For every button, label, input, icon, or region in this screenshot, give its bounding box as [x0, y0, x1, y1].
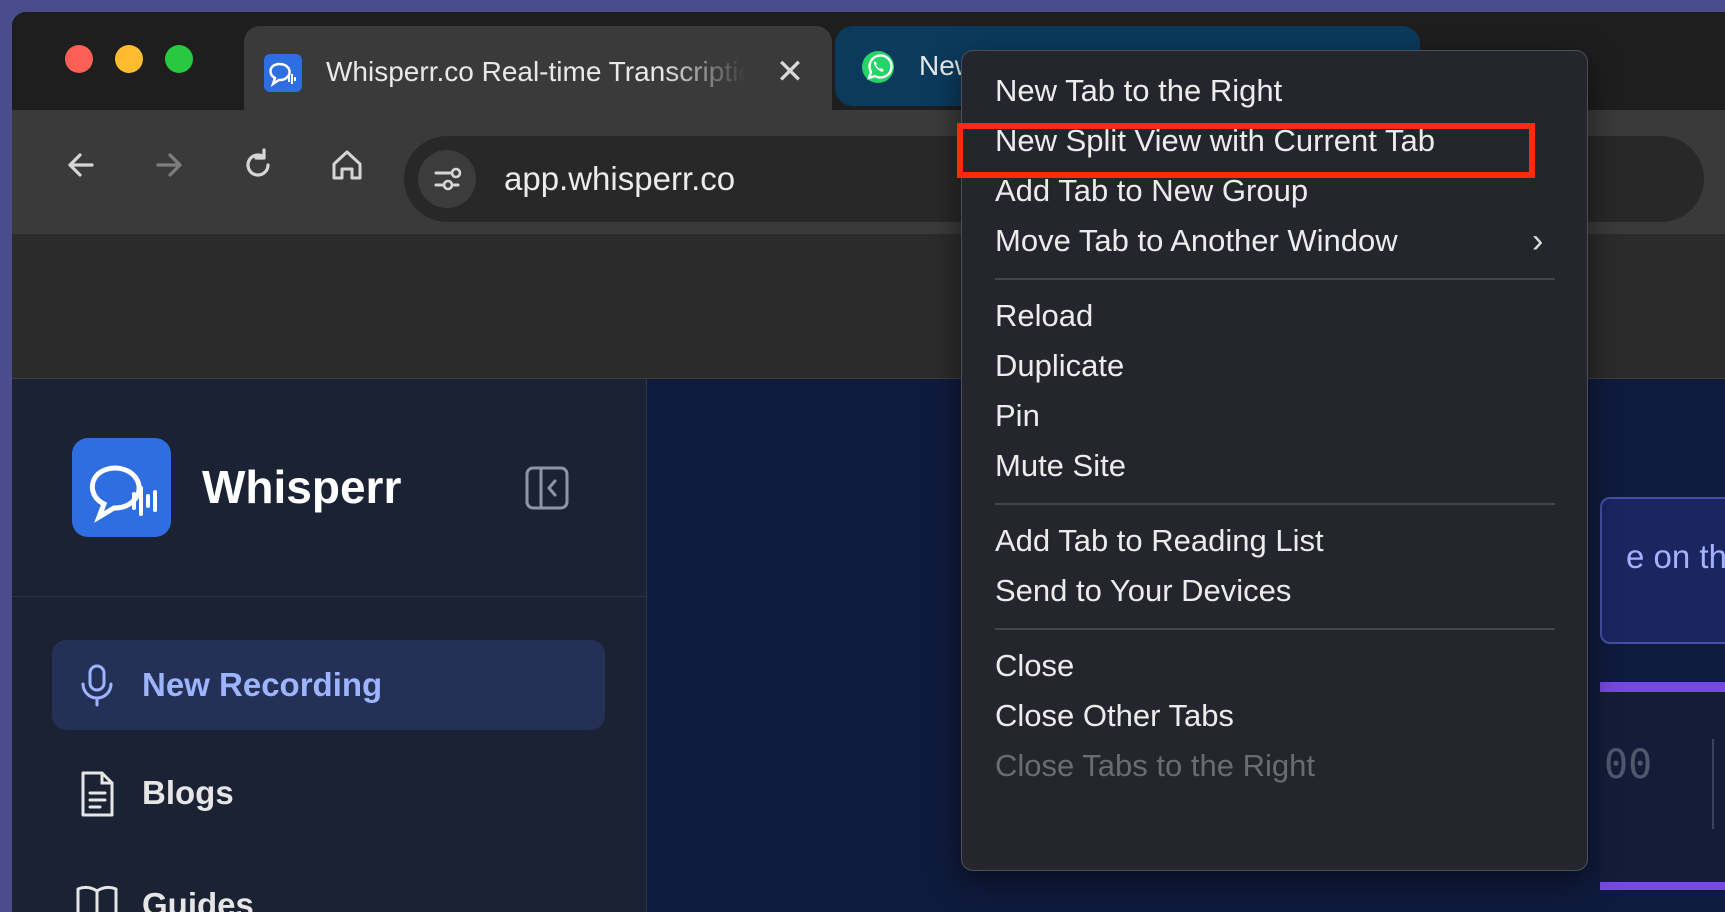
reload-icon[interactable]	[233, 140, 283, 190]
banner-text: e on the	[1626, 538, 1725, 575]
tab-title: Whisperr.co Real-time Transcription	[326, 56, 746, 87]
menu-item-mute-site[interactable]: Mute Site	[995, 444, 1126, 488]
menu-item-close[interactable]: Close	[995, 644, 1074, 688]
close-window-button[interactable]	[65, 45, 93, 73]
book-icon	[74, 881, 120, 912]
menu-item-close-tabs-right: Close Tabs to the Right	[995, 748, 1315, 783]
menu-item-label: Reload	[995, 298, 1094, 333]
menu-item-duplicate[interactable]: Duplicate	[995, 344, 1124, 388]
menu-item-move-tab-window[interactable]: Move Tab to Another Window	[995, 219, 1398, 263]
app-sidebar: Whisperr New Recording Blogs Guides	[12, 379, 647, 912]
menu-item-pin[interactable]: Pin	[995, 394, 1040, 438]
sidebar-item-label: Guides	[142, 886, 254, 912]
url-text: app.whisperr.co	[504, 160, 736, 197]
brand-name: Whisperr	[202, 461, 402, 513]
recorder-panel: 00	[1600, 692, 1725, 890]
sidebar-item-new-recording[interactable]: New Recording	[52, 640, 605, 730]
menu-item-reload[interactable]: Reload	[995, 294, 1093, 338]
whisperr-logo-icon	[72, 438, 171, 537]
timer-readout: 00	[1604, 742, 1653, 788]
menu-divider	[995, 278, 1555, 280]
menu-divider	[995, 503, 1555, 505]
back-arrow-icon[interactable]	[56, 140, 106, 190]
forward-arrow-icon[interactable]	[144, 140, 194, 190]
recorder-accent-bar	[1600, 682, 1725, 692]
sidebar-collapse-icon[interactable]	[524, 465, 570, 511]
maximize-window-button[interactable]	[165, 45, 193, 73]
whatsapp-favicon-icon	[859, 48, 897, 86]
highlight-annotation	[957, 123, 1535, 178]
sidebar-divider	[12, 596, 646, 597]
menu-item-send-devices[interactable]: Send to Your Devices	[995, 569, 1291, 613]
home-icon[interactable]	[322, 140, 372, 190]
chevron-right-icon: ›	[1532, 222, 1544, 260]
recorder-divider	[1712, 739, 1714, 829]
menu-item-new-tab-right[interactable]: New Tab to the Right	[995, 69, 1282, 113]
menu-divider	[995, 628, 1555, 630]
sidebar-item-guides[interactable]: Guides	[52, 871, 605, 912]
sidebar-item-label: New Recording	[142, 666, 383, 703]
menu-item-close-other-tabs[interactable]: Close Other Tabs	[995, 694, 1234, 738]
tab-whisperr[interactable]: Whisperr.co Real-time Transcription ✕	[244, 26, 832, 122]
info-banner: e on the	[1600, 497, 1725, 644]
document-icon	[74, 769, 120, 819]
sidebar-item-label: Blogs	[142, 774, 234, 811]
site-settings-icon[interactable]	[418, 150, 476, 208]
sidebar-item-blogs[interactable]: Blogs	[52, 759, 605, 829]
minimize-window-button[interactable]	[115, 45, 143, 73]
whisperr-favicon-icon	[264, 54, 302, 92]
tab-close-icon[interactable]: ✕	[772, 52, 808, 92]
microphone-icon	[74, 662, 120, 708]
menu-item-reading-list[interactable]: Add Tab to Reading List	[995, 519, 1324, 563]
